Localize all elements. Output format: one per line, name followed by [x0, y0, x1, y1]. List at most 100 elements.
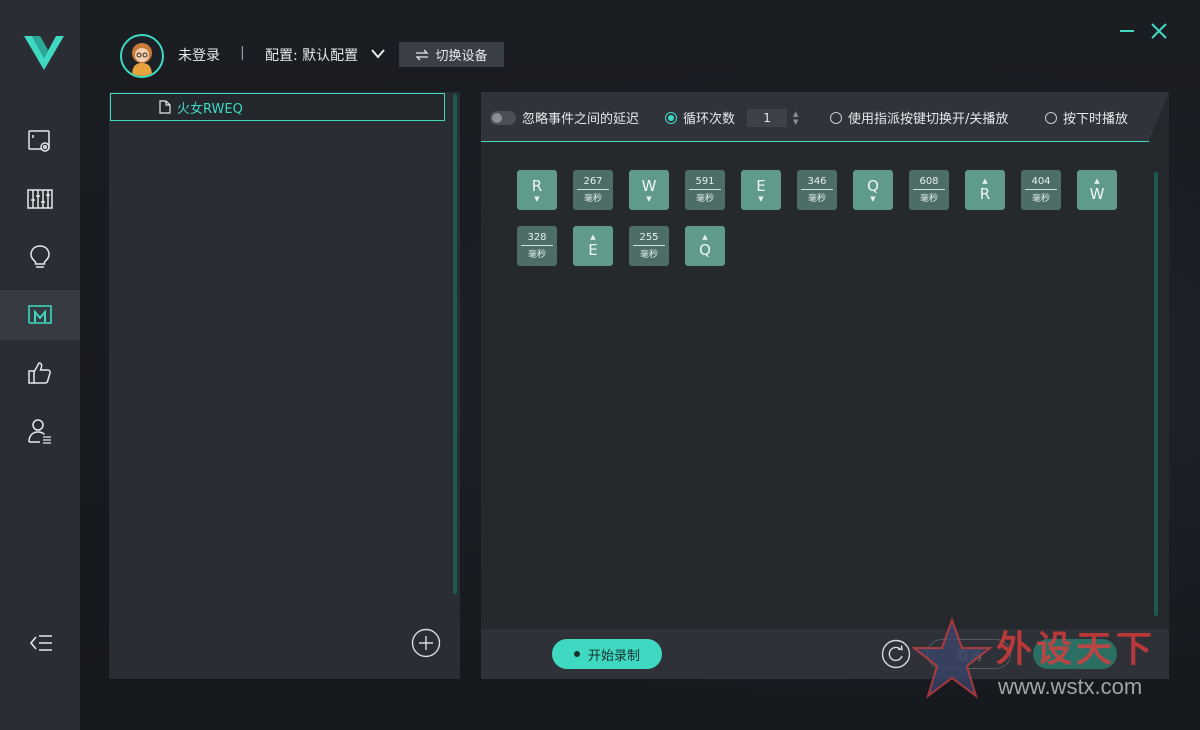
delay-unit: 毫秒: [583, 194, 602, 204]
delay-event-tile[interactable]: 267 毫秒: [573, 170, 613, 210]
loop-count-stepper[interactable]: 1: [747, 108, 788, 127]
delay-divider: [633, 245, 665, 246]
delay-event-tile[interactable]: 608 毫秒: [909, 170, 949, 210]
nav-display-settings[interactable]: [0, 116, 80, 166]
key-down-icon: ▼: [534, 195, 540, 203]
delay-divider: [521, 245, 553, 246]
nav-equalizer[interactable]: [0, 174, 80, 224]
close-icon[interactable]: [1150, 22, 1168, 40]
delay-value: 328: [527, 232, 547, 243]
loop-count-label: 循环次数: [683, 112, 736, 127]
key-up-icon: ▲: [590, 233, 596, 241]
delay-event-tile[interactable]: 404 毫秒: [1021, 170, 1061, 210]
delay-divider: [801, 189, 833, 190]
stepper-down-icon[interactable]: ▼: [793, 118, 798, 126]
stepper-up-icon[interactable]: ▲: [793, 110, 798, 118]
brand-logo-icon: [24, 36, 64, 70]
watermark-url: www.wstx.com: [998, 674, 1143, 699]
ignore-delay-option[interactable]: 忽略事件之间的延迟: [490, 108, 639, 127]
key-event-tile[interactable]: ▲ R: [965, 170, 1005, 210]
key-event-tile[interactable]: E ▼: [741, 170, 781, 210]
delay-unit: 毫秒: [807, 194, 826, 204]
key-label: R: [531, 177, 543, 195]
key-up-icon: ▲: [702, 233, 708, 241]
macro-editor-panel: 忽略事件之间的延迟 循环次数 1 ▲ ▼ 使用指派按键切换开/关播放 按下时播放…: [481, 92, 1169, 679]
key-label: W: [641, 177, 657, 195]
loop-count-arrows[interactable]: ▲ ▼: [793, 110, 798, 126]
play-while-pressed-option[interactable]: 按下时播放: [1045, 108, 1128, 127]
delay-divider: [577, 189, 609, 190]
nav-account[interactable]: [0, 406, 80, 456]
switch-device-button[interactable]: 切换设备: [399, 42, 504, 67]
add-macro-icon[interactable]: [411, 628, 441, 658]
login-status[interactable]: 未登录: [178, 45, 220, 65]
delay-divider: [1025, 189, 1057, 190]
loop-count-option[interactable]: 循环次数 1 ▲ ▼: [665, 108, 798, 127]
delay-unit: 毫秒: [1031, 194, 1050, 204]
key-event-tile[interactable]: ▲ W: [1077, 170, 1117, 210]
light-bulb-icon: [30, 245, 50, 268]
file-icon: [159, 100, 171, 114]
key-down-icon: ▼: [758, 195, 764, 203]
macro-name: 火女RWEQ: [177, 101, 243, 117]
assign-toggle-option[interactable]: 使用指派按键切换开/关播放: [830, 108, 1008, 127]
play-while-pressed-radio[interactable]: [1045, 111, 1057, 124]
start-recording-button[interactable]: 开始录制: [552, 639, 662, 669]
display-settings-icon: [28, 130, 50, 152]
delay-event-tile[interactable]: 591 毫秒: [685, 170, 725, 210]
assign-toggle-radio[interactable]: [830, 111, 842, 124]
delay-event-tile[interactable]: 328 毫秒: [517, 226, 557, 266]
avatar[interactable]: [120, 34, 164, 78]
key-up-icon: ▲: [1094, 177, 1100, 185]
delay-divider: [689, 189, 721, 190]
delay-value: 267: [583, 176, 603, 187]
nav-lighting[interactable]: [0, 232, 80, 282]
key-label: E: [588, 241, 598, 259]
toolbar-divider: [481, 141, 1149, 142]
thumbs-up-icon: [28, 362, 51, 384]
key-label: E: [756, 177, 766, 195]
delay-unit: 毫秒: [639, 250, 658, 260]
collapse-sidebar-icon[interactable]: [28, 630, 54, 656]
delay-value: 255: [639, 232, 659, 243]
key-label: Q: [699, 241, 711, 259]
config-selector-label[interactable]: 配置: 默认配置: [265, 45, 358, 65]
start-recording-label: 开始录制: [587, 648, 640, 664]
minimize-icon[interactable]: [1118, 22, 1136, 40]
macro-event-list: R ▼ 267 毫秒 W ▼ 591 毫秒 E ▼ 346 毫秒 Q ▼ 608 毫秒 ▲ R 404 毫秒 ▲ W 328…: [517, 170, 1137, 266]
chevron-down-icon[interactable]: [370, 47, 386, 61]
equalizer-icon: [27, 189, 53, 209]
watermark-text: 外设天下: [996, 629, 1157, 670]
key-down-icon: ▼: [646, 195, 652, 203]
nav-feedback[interactable]: [0, 348, 80, 398]
key-up-icon: ▲: [982, 177, 988, 185]
delay-value: 346: [807, 176, 827, 187]
header-separator: |: [240, 45, 245, 61]
macro-list-panel: 火女RWEQ: [109, 92, 460, 679]
event-list-scrollbar[interactable]: [1154, 172, 1158, 616]
ignore-delay-toggle[interactable]: [490, 110, 516, 125]
delay-value: 404: [1031, 176, 1051, 187]
record-dot-icon: [573, 651, 580, 657]
nav-macro[interactable]: [0, 290, 80, 340]
key-event-tile[interactable]: Q ▼: [853, 170, 893, 210]
delay-unit: 毫秒: [695, 194, 714, 204]
macro-list-scrollbar[interactable]: [453, 94, 457, 594]
macro-icon: [28, 305, 52, 324]
reset-icon[interactable]: [881, 639, 911, 669]
loop-count-radio[interactable]: [665, 111, 677, 124]
key-event-tile[interactable]: W ▼: [629, 170, 669, 210]
ignore-delay-label: 忽略事件之间的延迟: [522, 112, 640, 127]
macro-options-toolbar: 忽略事件之间的延迟 循环次数 1 ▲ ▼ 使用指派按键切换开/关播放 按下时播放: [481, 92, 1169, 142]
delay-event-tile[interactable]: 346 毫秒: [797, 170, 837, 210]
macro-list-item[interactable]: 火女RWEQ: [110, 93, 445, 121]
key-event-tile[interactable]: ▲ E: [573, 226, 613, 266]
delay-unit: 毫秒: [919, 194, 938, 204]
key-down-icon: ▼: [870, 195, 876, 203]
delay-unit: 毫秒: [527, 250, 546, 260]
assign-toggle-label: 使用指派按键切换开/关播放: [848, 112, 1009, 127]
key-event-tile[interactable]: ▲ Q: [685, 226, 725, 266]
key-label: W: [1089, 185, 1105, 203]
key-event-tile[interactable]: R ▼: [517, 170, 557, 210]
delay-event-tile[interactable]: 255 毫秒: [629, 226, 669, 266]
